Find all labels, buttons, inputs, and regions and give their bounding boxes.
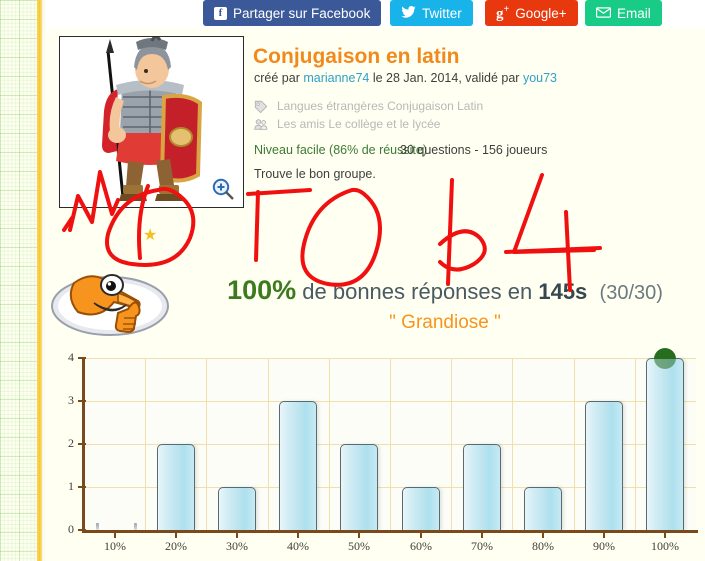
chart-bar[interactable]: [463, 444, 501, 530]
chart-x-tick: [236, 533, 238, 538]
result-line: 100% de bonnes réponses en 145s (30/30): [185, 275, 705, 306]
chart-bar[interactable]: [279, 401, 317, 530]
share-googleplus-label: Google+: [515, 5, 567, 21]
graph-paper-margin: [0, 0, 37, 561]
chart-x-tick-label: 50%: [348, 539, 370, 553]
quiz-thumbnail[interactable]: [59, 36, 244, 208]
quiz-groups-label[interactable]: Les amis Le collège et le lycée: [277, 117, 440, 131]
chart-y-tick-label: 0: [68, 522, 74, 536]
chart-x-tick: [358, 533, 360, 538]
magnifier-plus-icon[interactable]: [211, 177, 235, 201]
chart-x-tick: [481, 533, 483, 538]
chart-x-tick-label: 40%: [287, 539, 309, 553]
chart-y-tick: [78, 529, 86, 531]
google-plus-icon: g+: [496, 3, 510, 22]
chart-x-tick-label: 30%: [226, 539, 248, 553]
page-content: f Partager sur Facebook Twitter g+ Googl…: [45, 0, 705, 561]
share-facebook-button[interactable]: f Partager sur Facebook: [203, 0, 382, 26]
chart-gridline-vertical: [390, 358, 391, 530]
result-percent: 100%: [227, 275, 297, 305]
facebook-icon: f: [214, 6, 227, 20]
chart-y-tick-label: 2: [68, 436, 74, 450]
chart-x-tick-label: 10%: [104, 539, 126, 553]
chart-bar[interactable]: [585, 401, 623, 530]
score-distribution-chart: 0 1 2 3 4 10% 20% 30% 40% 50% 60% 70% 80% 90% 100%: [48, 348, 705, 555]
chart-bar-empty: [96, 523, 99, 530]
chart-x-tick-label: 100%: [651, 539, 679, 553]
chart-y-tick-label: 1: [68, 479, 74, 493]
chart-gridline-vertical: [329, 358, 330, 530]
chart-gridline-vertical: [145, 358, 146, 530]
star-icon: ★: [143, 227, 158, 244]
chart-x-tick: [664, 533, 666, 538]
tag-icon: [254, 100, 268, 113]
quiz-tags-row: Langues étrangères Conjugaison Latin: [254, 99, 483, 113]
chart-bar-empty: [134, 523, 137, 530]
twitter-bird-icon: [401, 6, 416, 20]
chart-x-tick-label: 80%: [532, 539, 554, 553]
chart-y-tick-label: 3: [68, 393, 74, 407]
result-score: (30/30): [599, 282, 663, 304]
chart-gridline-vertical: [268, 358, 269, 530]
quiz-groups-row: Les amis Le collège et le lycée: [254, 117, 440, 131]
chart-x-tick: [114, 533, 116, 538]
chart-bar[interactable]: [524, 487, 562, 530]
chart-gridline-vertical: [206, 358, 207, 530]
chart-bar[interactable]: [402, 487, 440, 530]
chart-y-tick: [78, 486, 86, 488]
chart-x-tick: [297, 533, 299, 538]
chart-bar[interactable]: [157, 444, 195, 530]
fox-thumbs-up-mascot: [51, 274, 169, 336]
share-email-label: Email: [617, 5, 651, 21]
chart-y-tick-label: 4: [68, 350, 74, 364]
quiz-description: Trouve le bon groupe.: [254, 167, 376, 181]
chart-x-tick-label: 20%: [165, 539, 187, 553]
chart-x-tick: [175, 533, 177, 538]
chart-x-tick: [420, 533, 422, 538]
quiz-counts: 30 questions - 156 joueurs: [400, 143, 548, 157]
chart-x-tick: [542, 533, 544, 538]
quiz-title[interactable]: Conjugaison en latin: [253, 45, 460, 69]
share-facebook-label: Partager sur Facebook: [233, 5, 371, 21]
envelope-icon: [596, 6, 611, 20]
chart-bar[interactable]: [340, 444, 378, 530]
quiz-byline: créé par marianne74 le 28 Jan. 2014, val…: [254, 71, 557, 85]
result-comment: " Grandiose ": [389, 312, 501, 333]
quiz-validator-link[interactable]: you73: [523, 71, 557, 85]
chart-gridline-vertical: [451, 358, 452, 530]
group-icon: [254, 118, 268, 130]
chart-x-tick-label: 90%: [593, 539, 615, 553]
share-email-button[interactable]: Email: [585, 0, 662, 26]
chart-bar[interactable]: [218, 487, 256, 530]
chart-x-tick-label: 60%: [410, 539, 432, 553]
byline-prefix: créé par: [254, 71, 304, 85]
chart-x-tick: [603, 533, 605, 538]
result-time: 145s: [538, 279, 588, 304]
chart-plot-area: [84, 348, 696, 531]
share-twitter-label: Twitter: [422, 5, 462, 21]
chart-gridline-vertical: [574, 358, 575, 530]
chart-y-tick: [78, 400, 86, 402]
chart-gridline-vertical: [512, 358, 513, 530]
share-googleplus-button[interactable]: g+ Google+: [485, 0, 578, 26]
chart-y-tick: [78, 357, 86, 359]
share-bar: f Partager sur Facebook Twitter g+ Googl…: [45, 0, 705, 28]
chart-y-tick: [78, 443, 86, 445]
chart-gridline-vertical: [635, 358, 636, 530]
chart-bar[interactable]: [646, 358, 684, 530]
quiz-tags-label[interactable]: Langues étrangères Conjugaison Latin: [277, 99, 483, 113]
result-spacer: [587, 279, 599, 304]
share-twitter-button[interactable]: Twitter: [390, 0, 473, 26]
byline-middle: le 28 Jan. 2014, validé par: [369, 71, 523, 85]
result-text-middle: de bonnes réponses en: [296, 279, 539, 304]
chart-x-tick-label: 70%: [471, 539, 493, 553]
quiz-author-link[interactable]: marianne74: [303, 71, 369, 85]
